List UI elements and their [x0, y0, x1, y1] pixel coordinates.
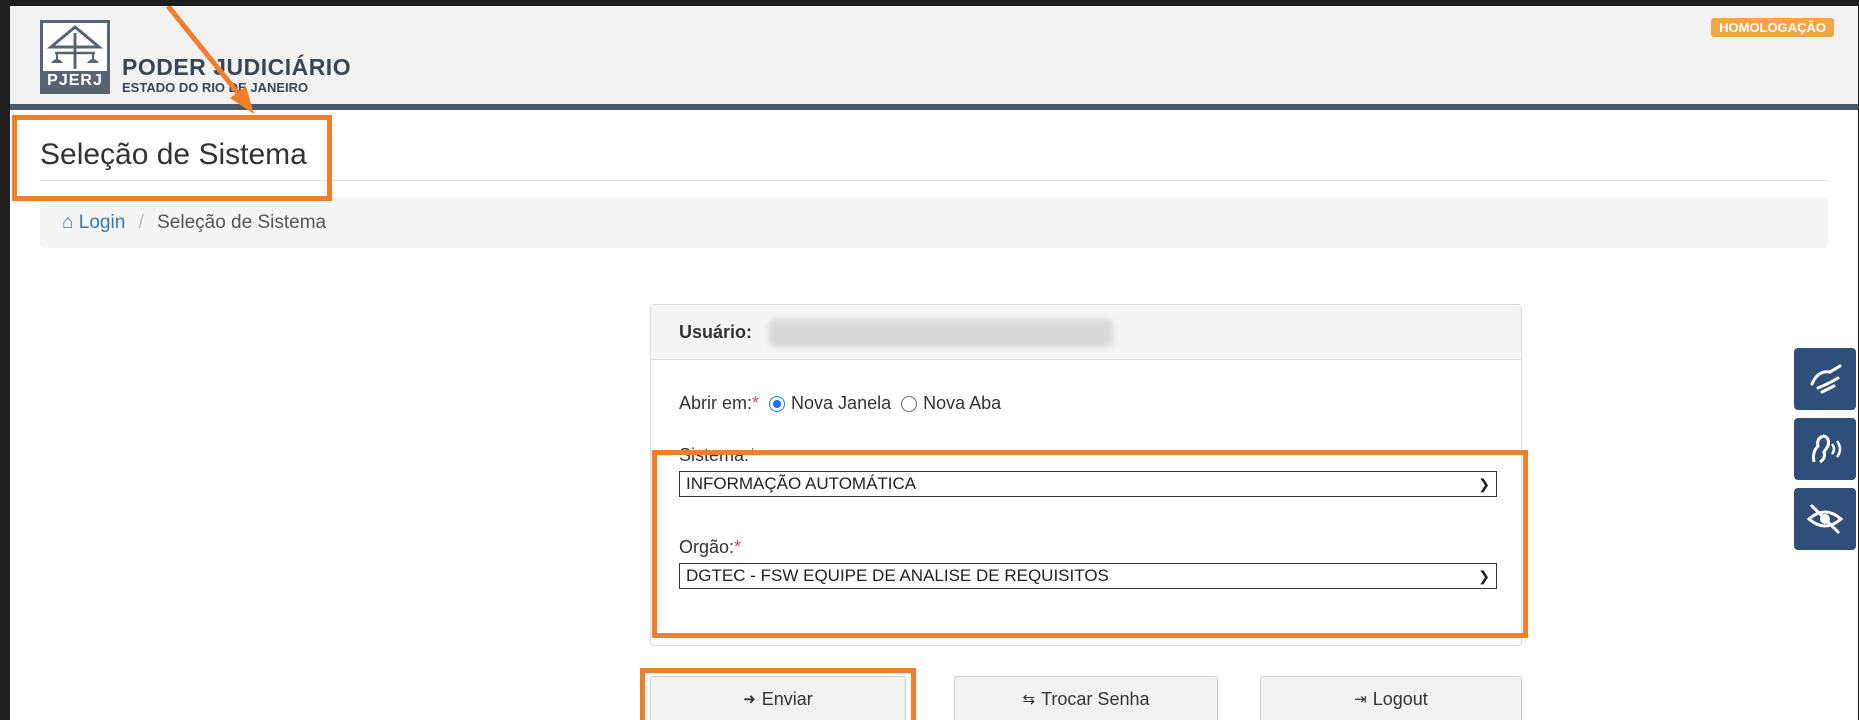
sign-in-icon: ➜	[743, 691, 756, 708]
home-icon[interactable]: ⌂	[62, 212, 73, 233]
sign-language-icon[interactable]	[1794, 348, 1856, 410]
sistema-label-text: Sistema:	[679, 445, 750, 465]
orgao-select[interactable]: DGTEC - FSW EQUIPE DE ANALISE DE REQUISI…	[679, 563, 1497, 589]
user-label: Usuário:	[679, 322, 753, 342]
breadcrumb: ⌂ Login / Seleção de Sistema	[40, 198, 1828, 248]
orgao-select-value: DGTEC - FSW EQUIPE DE ANALISE DE REQUISI…	[686, 566, 1109, 585]
panel-header: Usuário:	[651, 305, 1521, 360]
change-password-label: Trocar Senha	[1041, 688, 1150, 709]
open-in-row: Abrir em: * Nova Janela Nova Aba	[679, 393, 1001, 414]
environment-badge: HOMOLOGAÇÃO	[1711, 18, 1834, 37]
logout-button[interactable]: ⇥ Logout	[1260, 676, 1522, 720]
pjerj-logo: PJERJ	[40, 20, 110, 94]
title-divider	[40, 180, 1828, 181]
radio-nova-aba[interactable]	[901, 395, 918, 412]
submit-button-label: Enviar	[761, 688, 813, 709]
eye-slash-icon[interactable]	[1794, 488, 1856, 550]
logo-text: PJERJ	[43, 71, 107, 91]
sistema-label: Sistema:*	[679, 445, 756, 466]
logout-icon: ⇥	[1354, 691, 1367, 708]
page-title: Seleção de Sistema	[40, 138, 307, 171]
breadcrumb-separator: /	[138, 212, 144, 233]
breadcrumb-login-link[interactable]: Login	[79, 212, 126, 233]
required-mark: *	[749, 445, 757, 465]
orgao-label-text: Orgão:	[679, 537, 735, 557]
required-mark: *	[752, 393, 760, 413]
open-in-label: Abrir em:	[679, 393, 753, 413]
browser-viewport: PJERJ PODER JUDICIÁRIO ESTADO DO RIO DE …	[10, 6, 1858, 720]
radio-nova-aba-label[interactable]: Nova Aba	[923, 393, 1001, 414]
radio-nova-janela[interactable]	[769, 395, 786, 412]
change-password-button[interactable]: ⇆ Trocar Senha	[954, 676, 1218, 720]
sistema-select[interactable]: INFORMAÇÃO AUTOMÁTICA ❯	[679, 471, 1497, 497]
radio-nova-janela-label[interactable]: Nova Janela	[791, 393, 891, 414]
speech-icon[interactable]	[1794, 418, 1856, 480]
orgao-label: Orgão:*	[679, 537, 741, 558]
chevron-down-icon: ❯	[1478, 568, 1490, 584]
logout-button-label: Logout	[1372, 688, 1428, 709]
system-selection-panel: Usuário: Abrir em: * Nova Janela Nova Aba…	[650, 304, 1522, 646]
required-mark: *	[734, 537, 742, 557]
site-header: PJERJ PODER JUDICIÁRIO ESTADO DO RIO DE …	[10, 6, 1858, 110]
retweet-icon: ⇆	[1022, 691, 1036, 708]
sistema-select-value: INFORMAÇÃO AUTOMÁTICA	[686, 474, 917, 493]
breadcrumb-current: Seleção de Sistema	[157, 212, 327, 233]
submit-button[interactable]: ➜ Enviar	[650, 676, 906, 720]
redacted-username	[769, 319, 1113, 347]
annotation-arrow	[166, 6, 254, 114]
chevron-down-icon: ❯	[1478, 476, 1490, 492]
